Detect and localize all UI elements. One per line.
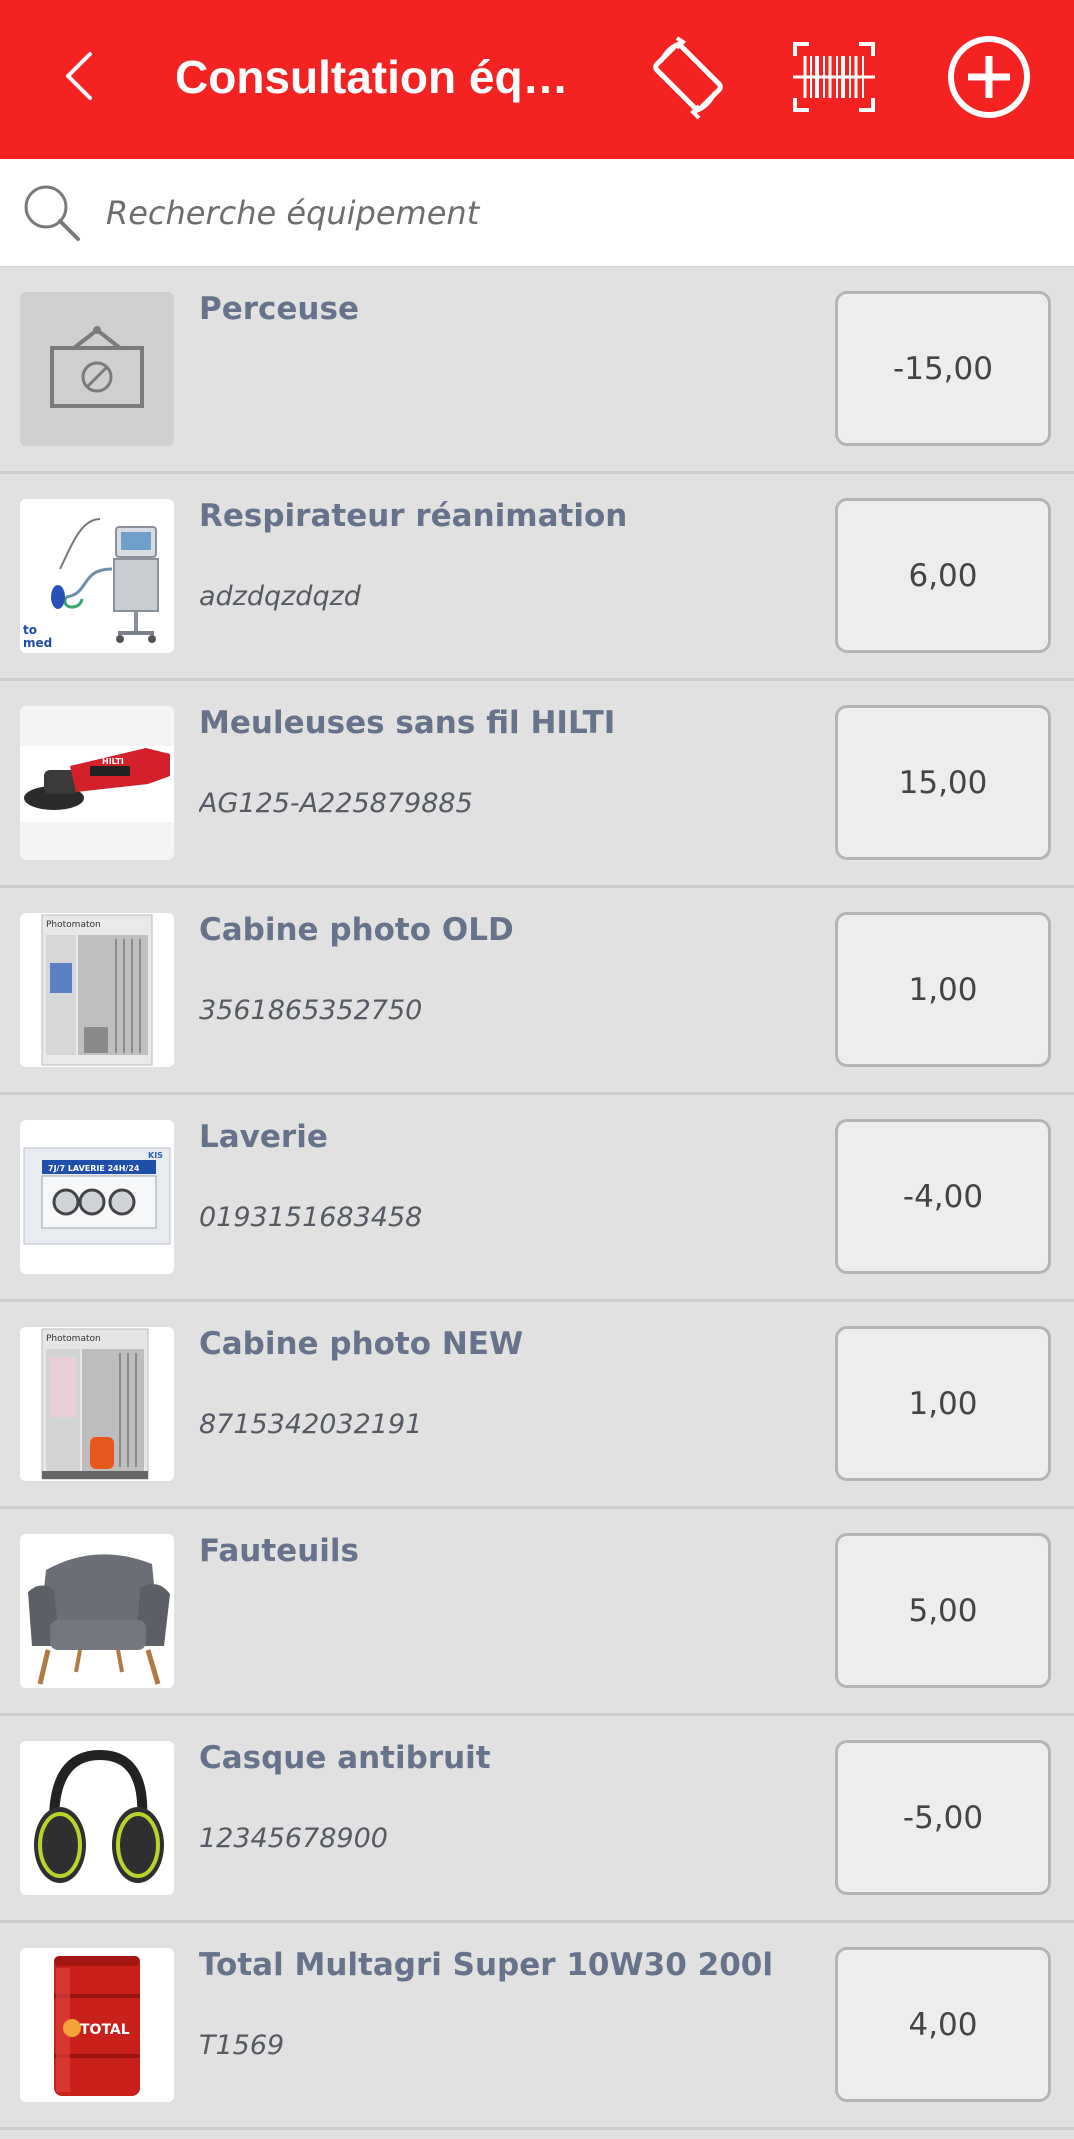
app-bar: Consultation équi... [0,0,1074,159]
list-item[interactable]: HILTI Meuleuses sans fil HILTI AG125-A22… [0,681,1074,888]
svg-text:TOTAL: TOTAL [80,2022,130,2038]
list-item[interactable]: KIS 7J/7 LAVERIE 24H/24 Laverie 01931516… [0,1095,1074,1302]
photo-booth-image: Photomaton [20,1327,174,1481]
svg-text:HILTI: HILTI [102,757,124,766]
grinder-image: HILTI [20,706,174,860]
list-item[interactable]: Fauteuils 5,00 [0,1509,1074,1716]
item-quantity[interactable]: 1,00 [835,912,1051,1067]
screen-rotation-icon[interactable] [643,32,733,122]
item-quantity[interactable]: 1,00 [835,1326,1051,1481]
item-quantity[interactable]: -15,00 [835,291,1051,446]
item-reference: 3561865352750 [199,995,423,1026]
list-item[interactable]: TOTAL Total Multagri Super 10W30 200l T1… [0,1923,1074,2130]
item-quantity[interactable]: 5,00 [835,1533,1051,1688]
item-reference: 12345678900 [199,1823,388,1854]
item-quantity[interactable]: -4,00 [835,1119,1051,1274]
item-name: Respirateur réanimation [199,498,628,534]
item-name: Cabine photo OLD [199,912,514,948]
list-item[interactable]: Photomaton Cabine photo OLD 356186535275… [0,888,1074,1095]
item-quantity[interactable]: -5,00 [835,1740,1051,1895]
svg-text:Photomaton: Photomaton [46,920,101,930]
item-name: Laverie [199,1119,328,1155]
search-bar [0,159,1074,267]
laundry-machine-image: KIS 7J/7 LAVERIE 24H/24 [20,1120,174,1274]
item-quantity[interactable]: 6,00 [835,498,1051,653]
equipment-list: Perceuse -15,00 to med Respirateur réani… [0,267,1074,2130]
add-circle-icon[interactable] [944,32,1034,122]
no-image-icon [20,292,174,446]
item-name: Casque antibruit [199,1740,491,1776]
list-item[interactable]: Perceuse -15,00 [0,267,1074,474]
page-title: Consultation équi... [175,51,595,103]
svg-text:Photomaton: Photomaton [46,1334,101,1344]
item-name: Cabine photo NEW [199,1326,524,1362]
item-name: Perceuse [199,291,359,327]
item-reference: T1569 [199,2030,285,2061]
item-name: Fauteuils [199,1533,359,1569]
search-input[interactable] [106,181,1046,245]
item-reference: 0193151683458 [199,1202,423,1233]
item-reference: AG125-A225879885 [199,788,473,819]
svg-text:to: to [23,623,37,637]
list-item[interactable]: Photomaton Cabine photo NEW 871534203219… [0,1302,1074,1509]
item-reference: adzdqzdqzd [199,581,361,612]
item-name: Meuleuses sans fil HILTI [199,705,616,741]
list-item[interactable]: to med Respirateur réanimation adzdqzdqz… [0,474,1074,681]
search-icon [24,185,80,241]
armchair-image [20,1534,174,1688]
item-reference: 8715342032191 [199,1409,423,1440]
item-quantity[interactable]: 4,00 [835,1947,1051,2102]
photo-booth-image: Photomaton [20,913,174,1067]
item-quantity[interactable]: 15,00 [835,705,1051,860]
svg-text:med: med [23,636,52,650]
svg-text:KIS: KIS [148,1151,163,1160]
oil-drum-image: TOTAL [20,1948,174,2102]
ventilator-image: to med [20,499,174,653]
list-item[interactable]: Casque antibruit 12345678900 -5,00 [0,1716,1074,1923]
svg-text:7J/7 LAVERIE 24H/24: 7J/7 LAVERIE 24H/24 [48,1164,140,1173]
item-name: Total Multagri Super 10W30 200l [199,1947,773,1983]
back-arrow-icon[interactable] [56,44,104,108]
earmuffs-image [20,1741,174,1895]
barcode-scanner-icon[interactable] [789,32,879,122]
